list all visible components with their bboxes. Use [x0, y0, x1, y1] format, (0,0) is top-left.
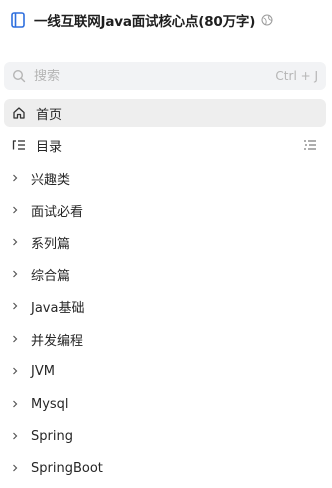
toc-item[interactable]: Java基础	[4, 292, 326, 320]
search-box[interactable]: Ctrl + J	[4, 62, 326, 90]
nav-home-label: 首页	[36, 107, 63, 123]
search-icon	[12, 69, 26, 83]
toc-item-label: 综合篇	[31, 268, 71, 284]
home-icon	[12, 106, 26, 120]
toc-item-label: Mysql	[31, 396, 69, 412]
chevron-right-icon[interactable]	[11, 366, 19, 376]
toc-item-label: Java基础	[31, 300, 85, 316]
search-input[interactable]	[34, 68, 276, 84]
toc-item-label: Spring	[31, 428, 73, 444]
toc-item-label: 并发编程	[31, 333, 84, 349]
chevron-right-icon[interactable]	[11, 301, 19, 311]
nav-toc-label: 目录	[36, 139, 63, 155]
toc-icon	[12, 138, 26, 152]
chevron-right-icon[interactable]	[11, 334, 19, 344]
sidebar-header: 一线互联网Java面试核心点(80万字)	[0, 0, 332, 40]
chevron-right-icon[interactable]	[11, 431, 19, 441]
toc-item[interactable]: Spring	[4, 422, 326, 450]
chevron-right-icon[interactable]	[11, 399, 19, 409]
chevron-right-icon[interactable]	[11, 237, 19, 247]
nav-toc[interactable]: 目录	[4, 131, 326, 159]
toc-item[interactable]: 系列篇	[4, 228, 326, 256]
toc-item-label: 面试必看	[31, 204, 84, 220]
toc-item[interactable]: Mysql	[4, 390, 326, 418]
toc-item[interactable]: SpringBoot	[4, 454, 326, 482]
toc-item[interactable]: JVM	[4, 357, 326, 385]
search-shortcut-hint: Ctrl + J	[275, 69, 318, 83]
public-globe-icon	[261, 14, 273, 26]
toc-item-label: SpringBoot	[31, 460, 103, 476]
chevron-right-icon[interactable]	[11, 269, 19, 279]
toc-item-label: 系列篇	[31, 236, 71, 252]
toc-item[interactable]: 兴趣类	[4, 164, 326, 192]
book-title[interactable]: 一线互联网Java面试核心点(80万字)	[34, 10, 255, 30]
nav-home[interactable]: 首页	[4, 99, 326, 127]
toc-item[interactable]: 综合篇	[4, 260, 326, 288]
chevron-right-icon[interactable]	[11, 463, 19, 473]
toc-item[interactable]: 面试必看	[4, 196, 326, 224]
chevron-right-icon[interactable]	[11, 173, 19, 183]
book-icon	[11, 12, 25, 28]
toc-item[interactable]: 并发编程	[4, 325, 326, 353]
toc-item-label: 兴趣类	[31, 172, 71, 188]
toc-item-label: JVM	[31, 363, 55, 379]
toc-collapse-icon[interactable]	[303, 138, 317, 152]
chevron-right-icon[interactable]	[11, 205, 19, 215]
